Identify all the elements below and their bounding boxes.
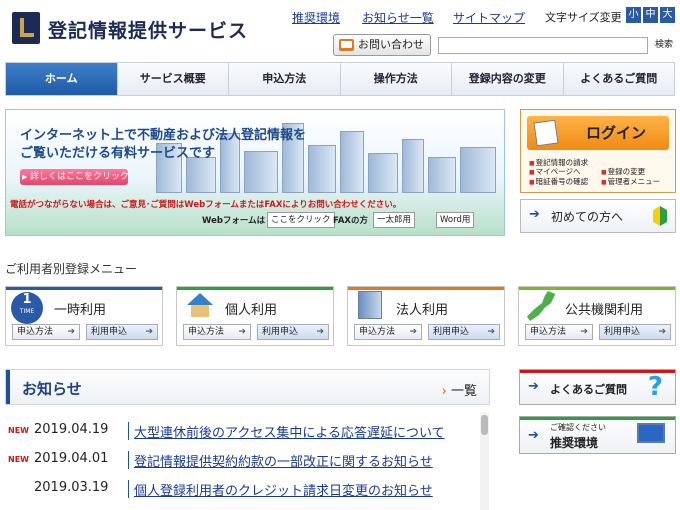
- font-size-small-button[interactable]: 小: [626, 7, 641, 23]
- news-link[interactable]: 登記情報提供契約約款の一部改正に関するお知らせ: [134, 451, 433, 470]
- question-mark-icon: ?: [647, 372, 663, 402]
- building-graphic: [402, 139, 424, 193]
- contact-label: お問い合わせ: [358, 38, 424, 51]
- document-icon: [533, 119, 559, 147]
- font-size-medium-button[interactable]: 中: [643, 7, 658, 23]
- card-personal-use: 個人利用 申込方法 ➔ 利用申込 ➔: [176, 286, 334, 346]
- japan-map-icon: [527, 291, 556, 321]
- news-date: 2019.04.19: [34, 422, 109, 437]
- card-public-use: 公共機関利用 申込方法 ➔ 利用申込 ➔: [518, 286, 676, 346]
- new-badge: NEW: [8, 455, 29, 464]
- building-graphic: [340, 131, 364, 193]
- news-all-link[interactable]: 一覧: [442, 380, 477, 399]
- apply-button[interactable]: 利用申込 ➔: [599, 324, 671, 340]
- nav-service-overview[interactable]: サービス概要: [118, 63, 229, 95]
- login-link-admin[interactable]: 管理者メニュー: [601, 176, 661, 187]
- first-time-label: 初めての方へ: [551, 210, 624, 224]
- card-label: 法人利用: [396, 303, 449, 318]
- news-list-link[interactable]: お知らせ一覧: [362, 9, 434, 26]
- arrow-right-icon: ➔: [528, 428, 539, 443]
- global-nav: ホーム サービス概要 申込方法 操作方法 登録内容の変更 よくあるご質問: [5, 62, 675, 96]
- banner-headline-1: インターネット上で不動産および法人登記情報を: [20, 128, 307, 143]
- fax-ichitaro-button[interactable]: 一太郎用: [373, 212, 416, 228]
- building-graphic: [244, 151, 278, 193]
- mail-icon: [339, 39, 354, 51]
- fax-word-button[interactable]: Word用: [436, 212, 475, 228]
- env-label: 推奨環境: [550, 436, 599, 450]
- nav-faq[interactable]: よくあるご質問: [564, 63, 675, 95]
- news-date: 2019.03.19: [34, 480, 109, 495]
- card-label: 個人利用: [225, 303, 278, 318]
- recommended-env-side-button[interactable]: ➔ ご確認ください 推奨環境: [519, 416, 676, 454]
- building-graphic: [460, 147, 496, 193]
- news-date: 2019.04.01: [34, 451, 109, 466]
- fax-label: FAXの方: [333, 216, 368, 226]
- one-time-icon: 1 TIME: [11, 292, 43, 324]
- arrow-right-icon: ➔: [528, 379, 539, 394]
- building-graphic: [428, 157, 456, 193]
- news-link[interactable]: 個人登録利用者のクレジット請求日変更のお知らせ: [134, 480, 433, 499]
- news-link[interactable]: 大型連休前後のアクセス集中による応答遅延について: [134, 422, 445, 441]
- webform-button[interactable]: ここをクリック: [267, 212, 335, 228]
- banner-details-button[interactable]: 詳しくはここをクリック: [20, 169, 129, 185]
- nav-registration-change[interactable]: 登録内容の変更: [452, 63, 564, 95]
- search-input[interactable]: [438, 37, 648, 54]
- faq-side-button[interactable]: ➔ よくあるご質問 ?: [519, 369, 676, 405]
- contact-button[interactable]: お問い合わせ: [333, 34, 431, 56]
- apply-button[interactable]: 利用申込 ➔: [428, 324, 500, 340]
- recommended-env-link[interactable]: 推奨環境: [292, 9, 340, 26]
- news-title: お知らせ: [22, 380, 82, 398]
- sitemap-link[interactable]: サイトマップ: [453, 9, 525, 26]
- apply-method-button[interactable]: 申込方法 ➔: [12, 324, 80, 340]
- login-button[interactable]: ログイン: [527, 116, 669, 150]
- news-header: お知らせ 一覧: [5, 369, 490, 405]
- apply-method-button[interactable]: 申込方法 ➔: [354, 324, 422, 340]
- office-building-icon: [358, 291, 382, 319]
- building-graphic: [368, 153, 398, 193]
- card-temporary-use: 1 TIME 一時利用 申込方法 ➔ 利用申込 ➔: [5, 286, 163, 346]
- hero-banner: インターネット上で不動産および法人登記情報を ご覧いただける有料サービスです 詳…: [5, 109, 505, 236]
- nav-operation-method[interactable]: 操作方法: [341, 63, 452, 95]
- arrow-right-icon: ➔: [529, 207, 540, 222]
- building-graphic: [308, 145, 336, 193]
- banner-notice: 電話がつながらない場合は、ご意見･ご質問はWebフォームまたはFAXによりお問い…: [10, 200, 402, 210]
- nav-home[interactable]: ホーム: [6, 63, 118, 95]
- env-small-label: ご確認ください: [550, 423, 606, 432]
- font-size-large-button[interactable]: 大: [660, 7, 675, 23]
- site-logo-icon[interactable]: [12, 12, 40, 44]
- login-panel: ログイン 登記情報の請求 マイページへ 登録の変更 暗証番号の確認 管理者メニュ…: [520, 109, 676, 193]
- card-corporate-use: 法人利用 申込方法 ➔ 利用申込 ➔: [347, 286, 505, 346]
- apply-button[interactable]: 利用申込 ➔: [257, 324, 329, 340]
- monitor-icon: [637, 423, 665, 443]
- apply-method-button[interactable]: 申込方法 ➔: [183, 324, 251, 340]
- first-time-button[interactable]: ➔ 初めての方へ: [520, 199, 676, 233]
- apply-button[interactable]: 利用申込 ➔: [86, 324, 158, 340]
- font-size-label: 文字サイズ変更: [545, 11, 622, 24]
- news-scrollbar[interactable]: [480, 412, 489, 510]
- search-button[interactable]: 検索: [650, 37, 678, 54]
- beginner-mark-icon: [653, 206, 667, 226]
- apply-method-button[interactable]: 申込方法 ➔: [525, 324, 593, 340]
- new-badge: NEW: [8, 426, 29, 435]
- card-label: 公共機関利用: [565, 303, 644, 318]
- nav-application-method[interactable]: 申込方法: [229, 63, 341, 95]
- webform-label: Webフォームは: [202, 216, 266, 226]
- faq-side-label: よくあるご質問: [550, 383, 627, 396]
- banner-headline-2: ご覧いただける有料サービスです: [20, 146, 216, 161]
- building-graphic: [186, 157, 216, 193]
- login-link-pin[interactable]: 暗証番号の確認: [529, 176, 589, 187]
- card-label: 一時利用: [54, 303, 107, 318]
- login-label: ログイン: [585, 124, 646, 142]
- house-icon: [187, 293, 213, 317]
- site-title[interactable]: 登記情報提供サービス: [48, 16, 248, 43]
- user-menu-title: ご利用者別登録メニュー: [5, 262, 138, 276]
